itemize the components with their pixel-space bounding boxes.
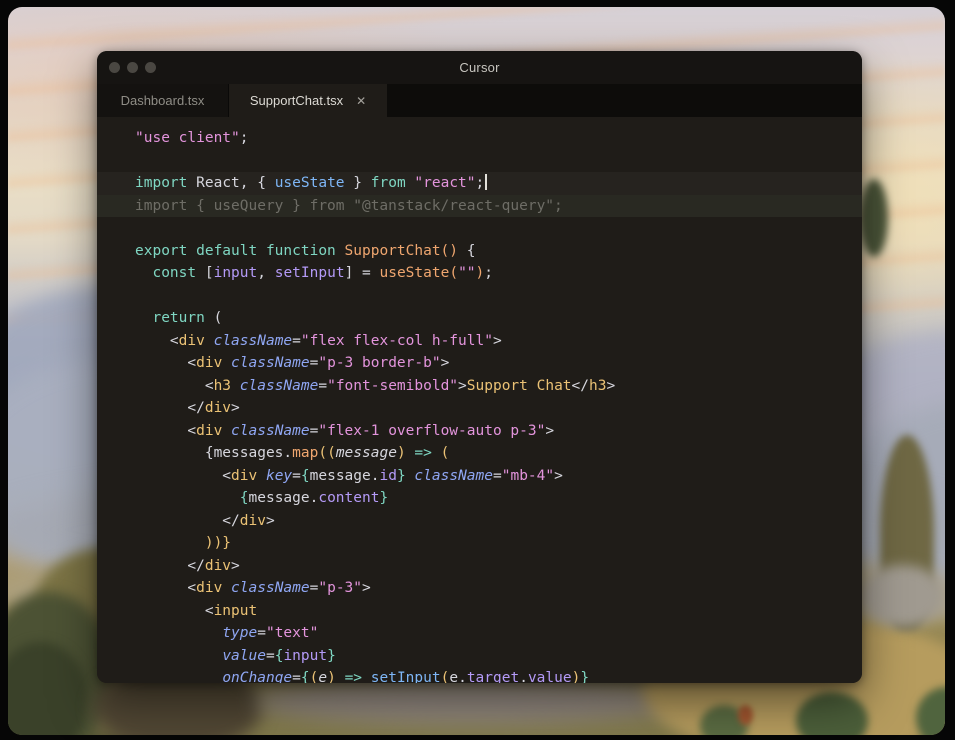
- wallpaper-haze-bottom: [253, 679, 683, 724]
- tab-dashboard-tsx[interactable]: Dashboard.tsx: [97, 84, 229, 117]
- code-line: <div key={message.id} className="mb-4">: [135, 467, 563, 484]
- code-line: </div>: [135, 557, 240, 574]
- tab-label: SupportChat.tsx: [249, 93, 344, 108]
- code-line: <input: [135, 602, 258, 619]
- wallpaper-rust-accent: [738, 705, 753, 725]
- title-bar[interactable]: Cursor: [97, 51, 862, 84]
- code-line: {message.content}: [135, 490, 389, 506]
- code-line: type="text": [222, 625, 319, 641]
- code-line: onChange={(e) => setInput(e.target.value…: [222, 670, 590, 683]
- code-line: import { useQuery } from "@tanstack/reac…: [97, 194, 862, 217]
- wallpaper-tree-window-edge: [860, 179, 888, 257]
- code-line: </div>: [135, 400, 240, 416]
- code-area[interactable]: "use client"; import React, { useState } …: [97, 117, 862, 683]
- code-line: <div className="p-3 border-b">: [135, 355, 450, 371]
- code-line: <div className="flex-1 overflow-auto p-3…: [135, 422, 555, 439]
- tab-close-icon[interactable]: ✕: [356, 95, 366, 107]
- code-line: ))}: [135, 535, 232, 551]
- code-line: {messages.map((message) => (: [135, 445, 450, 461]
- code-line: <div className="p-3">: [135, 580, 371, 596]
- code-line: "use client";: [135, 130, 249, 146]
- wallpaper-rock-right: [860, 565, 945, 627]
- text-cursor-caret: [485, 174, 488, 190]
- code-line: return (: [152, 310, 223, 326]
- tab-supportchat-tsx[interactable]: SupportChat.tsx ✕: [229, 84, 387, 117]
- code-line: export default function SupportChat() {: [135, 242, 476, 259]
- code-line: </div>: [135, 512, 275, 529]
- code-line: value={input}: [222, 647, 336, 664]
- tab-bar: Dashboard.tsx SupportChat.tsx ✕: [97, 84, 862, 117]
- code-line: <h3 className="font-semibold">Support Ch…: [135, 377, 616, 394]
- code-line: const [input, setInput] = useState("");: [152, 265, 493, 281]
- code-line: import React, { useState } from "react";: [97, 172, 862, 195]
- screen: Cursor Dashboard.tsx SupportChat.tsx ✕ "us…: [0, 0, 955, 740]
- window-title: Cursor: [459, 60, 500, 75]
- code-line: <div className="flex flex-col h-full">: [135, 332, 502, 349]
- tab-label: Dashboard.tsx: [120, 93, 205, 108]
- cursor-editor-window: Cursor Dashboard.tsx SupportChat.tsx ✕ "us…: [97, 51, 862, 683]
